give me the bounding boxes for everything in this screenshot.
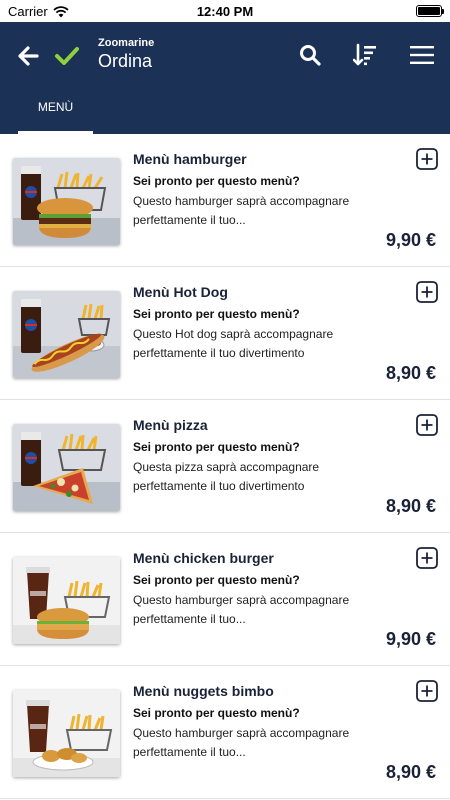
item-description: Questo Hot dog saprà accompagnare perfet… bbox=[133, 327, 334, 360]
plus-square-icon bbox=[416, 547, 438, 569]
item-description: Questo hamburger saprà accompagnare perf… bbox=[133, 194, 350, 227]
tab-label: MENÙ bbox=[37, 100, 74, 114]
title-block: Zoomarine Ordina bbox=[98, 37, 154, 72]
plus-square-icon bbox=[416, 680, 438, 702]
item-description: Questa pizza saprà accompagnare perfetta… bbox=[133, 460, 320, 493]
page-title: Ordina bbox=[98, 51, 153, 71]
plus-square-icon bbox=[416, 148, 438, 170]
list-item[interactable]: Menù hamburger Sei pronto per questo men… bbox=[0, 134, 450, 267]
item-price: 8,90 € bbox=[385, 762, 436, 782]
add-item-button[interactable] bbox=[416, 680, 438, 702]
tab-menu[interactable]: MENÙ bbox=[18, 92, 93, 134]
menu-button[interactable] bbox=[404, 38, 440, 72]
app-name: Zoomarine bbox=[98, 37, 155, 49]
item-title: Menù pizza bbox=[133, 417, 208, 433]
menu-list: Menù hamburger Sei pronto per questo men… bbox=[0, 134, 450, 799]
sort-button[interactable] bbox=[348, 38, 382, 72]
back-button[interactable] bbox=[12, 40, 44, 72]
hotdog-meal-image bbox=[13, 291, 120, 378]
item-title: Menù Hot Dog bbox=[133, 284, 228, 300]
list-item[interactable]: Menù nuggets bimbo Sei pronto per questo… bbox=[0, 666, 450, 799]
item-description: Questo hamburger saprà accompagnare perf… bbox=[133, 726, 350, 759]
search-icon bbox=[300, 45, 321, 66]
hamburger-menu-icon bbox=[410, 46, 434, 64]
plus-square-icon bbox=[416, 281, 438, 303]
item-subtitle: Sei pronto per questo menù? bbox=[133, 573, 300, 587]
search-button[interactable] bbox=[293, 38, 327, 72]
status-time: 12:40 PM bbox=[196, 4, 254, 19]
item-price: 8,90 € bbox=[385, 363, 436, 383]
confirm-button[interactable] bbox=[50, 39, 84, 73]
burger-meal-image bbox=[13, 158, 120, 245]
sort-icon bbox=[353, 43, 376, 66]
item-price: 8,90 € bbox=[385, 496, 436, 516]
plus-square-icon bbox=[416, 414, 438, 436]
header-bar: Zoomarine Ordina MENÙ bbox=[0, 22, 450, 134]
add-item-button[interactable] bbox=[416, 281, 438, 303]
list-item[interactable]: Menù chicken burger Sei pronto per quest… bbox=[0, 533, 450, 666]
nuggets-meal-image bbox=[13, 690, 120, 777]
item-subtitle: Sei pronto per questo menù? bbox=[133, 706, 300, 720]
battery-icon bbox=[416, 5, 444, 17]
item-title: Menù chicken burger bbox=[133, 550, 274, 566]
add-item-button[interactable] bbox=[416, 547, 438, 569]
item-subtitle: Sei pronto per questo menù? bbox=[133, 307, 300, 321]
item-subtitle: Sei pronto per questo menù? bbox=[133, 440, 300, 454]
add-item-button[interactable] bbox=[416, 148, 438, 170]
item-price: 9,90 € bbox=[385, 629, 436, 649]
pizza-meal-image bbox=[13, 424, 120, 511]
item-title: Menù nuggets bimbo bbox=[133, 683, 274, 699]
item-price: 9,90 € bbox=[385, 230, 436, 250]
list-item[interactable]: Menù Hot Dog Sei pronto per questo menù?… bbox=[0, 267, 450, 400]
item-subtitle: Sei pronto per questo menù? bbox=[133, 174, 300, 188]
list-item[interactable]: Menù pizza Sei pronto per questo menù? Q… bbox=[0, 400, 450, 533]
chicken-burger-meal-image bbox=[13, 557, 120, 644]
check-icon bbox=[55, 47, 79, 65]
status-bar: Carrier 12:40 PM bbox=[0, 0, 450, 22]
add-item-button[interactable] bbox=[416, 414, 438, 436]
item-title: Menù hamburger bbox=[133, 151, 247, 167]
back-arrow-icon bbox=[18, 46, 39, 66]
item-description: Questo hamburger saprà accompagnare perf… bbox=[133, 593, 350, 626]
